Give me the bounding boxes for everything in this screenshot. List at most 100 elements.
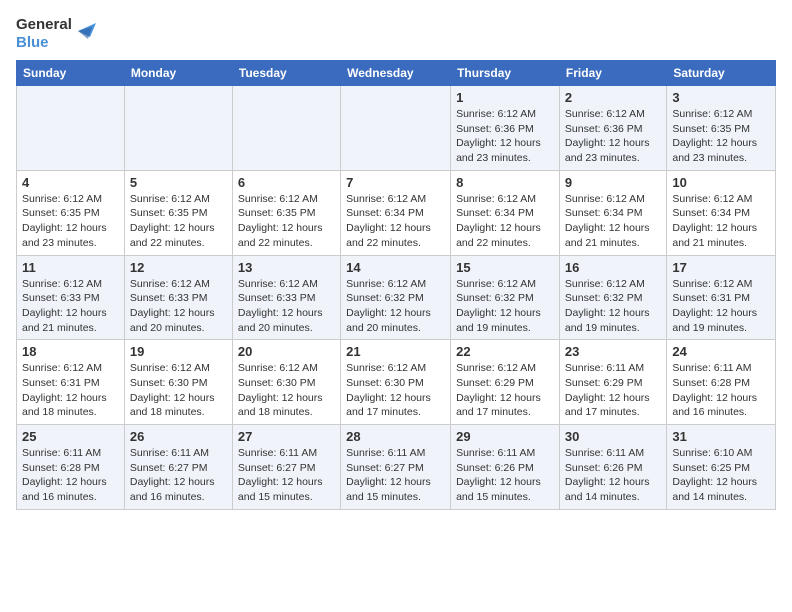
day-number: 10 [672, 175, 770, 190]
day-detail: Sunrise: 6:11 AM Sunset: 6:29 PM Dayligh… [565, 361, 661, 420]
calendar-cell: 14Sunrise: 6:12 AM Sunset: 6:32 PM Dayli… [341, 255, 451, 340]
weekday-header-saturday: Saturday [667, 61, 776, 86]
calendar-cell: 4 Sunrise: 6:12 AM Sunset: 6:35 PM Daylig… [17, 170, 125, 255]
day-detail: Sunrise: 6:12 AM Sunset: 6:34 PM Dayligh… [456, 192, 554, 251]
calendar-cell: 17 Sunrise: 6:12 AM Sunset: 6:31 PM Dayli… [667, 255, 776, 340]
day-detail: Sunrise: 6:12 AM Sunset: 6:35 PM Dayligh… [238, 192, 335, 251]
day-detail: Sunrise: 6:12 AM Sunset: 6:33 PM Dayligh… [130, 277, 227, 336]
weekday-header-wednesday: Wednesday [341, 61, 451, 86]
calendar-cell: 24 Sunrise: 6:11 AM Sunset: 6:28 PM Dayli… [667, 340, 776, 425]
page-header: General Blue [16, 16, 776, 52]
calendar-cell: 29 Sunrise: 6:11 AM Sunset: 6:26 PM Dayli… [451, 425, 560, 510]
day-detail: Sunrise: 6:12 AM Sunset: 6:32 PM Dayligh… [456, 277, 554, 336]
day-detail: Sunrise: 6:12 AM Sunset: 6:30 PM Dayligh… [238, 361, 335, 420]
day-detail: Sunrise: 6:11 AM Sunset: 6:27 PM Dayligh… [346, 446, 445, 505]
calendar-cell: 10 Sunrise: 6:12 AM Sunset: 6:34 PM Dayli… [667, 170, 776, 255]
day-number: 9 [565, 175, 661, 190]
day-number: 21 [346, 344, 445, 359]
calendar-cell: 9 Sunrise: 6:12 AM Sunset: 6:34 PM Daylig… [559, 170, 666, 255]
weekday-header-monday: Monday [124, 61, 232, 86]
calendar-cell: 1 Sunrise: 6:12 AM Sunset: 6:36 PM Daylig… [451, 86, 560, 171]
day-number: 30 [565, 429, 661, 444]
calendar-cell: 11 Sunrise: 6:12 AM Sunset: 6:33 PM Dayli… [17, 255, 125, 340]
day-number: 8 [456, 175, 554, 190]
day-detail: Sunrise: 6:11 AM Sunset: 6:26 PM Dayligh… [565, 446, 661, 505]
day-number: 1 [456, 90, 554, 105]
calendar-cell: 23 Sunrise: 6:11 AM Sunset: 6:29 PM Dayli… [559, 340, 666, 425]
day-number: 17 [672, 260, 770, 275]
day-detail: Sunrise: 6:12 AM Sunset: 6:34 PM Dayligh… [672, 192, 770, 251]
day-number: 4 [22, 175, 119, 190]
day-number: 13 [238, 260, 335, 275]
logo-container: General Blue [16, 16, 96, 52]
day-number: 24 [672, 344, 770, 359]
weekday-header-tuesday: Tuesday [232, 61, 340, 86]
day-detail: Sunrise: 6:11 AM Sunset: 6:28 PM Dayligh… [22, 446, 119, 505]
calendar-cell: 27 Sunrise: 6:11 AM Sunset: 6:27 PM Dayli… [232, 425, 340, 510]
calendar-cell: 30 Sunrise: 6:11 AM Sunset: 6:26 PM Dayli… [559, 425, 666, 510]
day-detail: Sunrise: 6:10 AM Sunset: 6:25 PM Dayligh… [672, 446, 770, 505]
day-number: 7 [346, 175, 445, 190]
day-number: 31 [672, 429, 770, 444]
calendar-cell: 6 Sunrise: 6:12 AM Sunset: 6:35 PM Daylig… [232, 170, 340, 255]
day-detail: Sunrise: 6:12 AM Sunset: 6:29 PM Dayligh… [456, 361, 554, 420]
logo: General Blue [16, 16, 96, 52]
calendar-cell: 18 Sunrise: 6:12 AM Sunset: 6:31 PM Dayli… [17, 340, 125, 425]
day-number: 6 [238, 175, 335, 190]
day-number: 22 [456, 344, 554, 359]
day-detail: Sunrise: 6:12 AM Sunset: 6:34 PM Dayligh… [346, 192, 445, 251]
day-detail: Sunrise: 6:12 AM Sunset: 6:35 PM Dayligh… [22, 192, 119, 251]
logo-bird-icon [74, 17, 96, 45]
logo-text: General Blue [16, 16, 72, 52]
calendar-cell [232, 86, 340, 171]
day-detail: Sunrise: 6:12 AM Sunset: 6:33 PM Dayligh… [22, 277, 119, 336]
calendar-cell: 31 Sunrise: 6:10 AM Sunset: 6:25 PM Dayli… [667, 425, 776, 510]
calendar-cell: 8 Sunrise: 6:12 AM Sunset: 6:34 PM Daylig… [451, 170, 560, 255]
day-detail: Sunrise: 6:12 AM Sunset: 6:35 PM Dayligh… [672, 107, 770, 166]
day-detail: Sunrise: 6:12 AM Sunset: 6:31 PM Dayligh… [672, 277, 770, 336]
day-detail: Sunrise: 6:11 AM Sunset: 6:27 PM Dayligh… [238, 446, 335, 505]
day-number: 26 [130, 429, 227, 444]
day-detail: Sunrise: 6:12 AM Sunset: 6:35 PM Dayligh… [130, 192, 227, 251]
calendar-cell: 20 Sunrise: 6:12 AM Sunset: 6:30 PM Dayli… [232, 340, 340, 425]
day-number: 23 [565, 344, 661, 359]
day-detail: Sunrise: 6:12 AM Sunset: 6:33 PM Dayligh… [238, 277, 335, 336]
day-number: 28 [346, 429, 445, 444]
calendar-cell: 15 Sunrise: 6:12 AM Sunset: 6:32 PM Dayli… [451, 255, 560, 340]
day-number: 2 [565, 90, 661, 105]
calendar-cell: 25Sunrise: 6:11 AM Sunset: 6:28 PM Dayli… [17, 425, 125, 510]
day-number: 11 [22, 260, 119, 275]
day-detail: Sunrise: 6:12 AM Sunset: 6:32 PM Dayligh… [565, 277, 661, 336]
day-number: 5 [130, 175, 227, 190]
day-number: 19 [130, 344, 227, 359]
day-number: 27 [238, 429, 335, 444]
weekday-header-thursday: Thursday [451, 61, 560, 86]
calendar-cell: 22 Sunrise: 6:12 AM Sunset: 6:29 PM Dayli… [451, 340, 560, 425]
day-detail: Sunrise: 6:12 AM Sunset: 6:34 PM Dayligh… [565, 192, 661, 251]
calendar-cell: 26 Sunrise: 6:11 AM Sunset: 6:27 PM Dayli… [124, 425, 232, 510]
day-detail: Sunrise: 6:12 AM Sunset: 6:30 PM Dayligh… [130, 361, 227, 420]
day-detail: Sunrise: 6:12 AM Sunset: 6:32 PM Dayligh… [346, 277, 445, 336]
day-detail: Sunrise: 6:11 AM Sunset: 6:27 PM Dayligh… [130, 446, 227, 505]
calendar-cell [341, 86, 451, 171]
day-detail: Sunrise: 6:12 AM Sunset: 6:36 PM Dayligh… [456, 107, 554, 166]
day-number: 15 [456, 260, 554, 275]
day-number: 29 [456, 429, 554, 444]
day-number: 18 [22, 344, 119, 359]
calendar-cell: 12 Sunrise: 6:12 AM Sunset: 6:33 PM Dayli… [124, 255, 232, 340]
weekday-header-sunday: Sunday [17, 61, 125, 86]
day-detail: Sunrise: 6:12 AM Sunset: 6:30 PM Dayligh… [346, 361, 445, 420]
day-detail: Sunrise: 6:12 AM Sunset: 6:31 PM Dayligh… [22, 361, 119, 420]
day-detail: Sunrise: 6:11 AM Sunset: 6:26 PM Dayligh… [456, 446, 554, 505]
calendar-table: SundayMondayTuesdayWednesdayThursdayFrid… [16, 60, 776, 510]
day-number: 12 [130, 260, 227, 275]
day-detail: Sunrise: 6:12 AM Sunset: 6:36 PM Dayligh… [565, 107, 661, 166]
day-number: 16 [565, 260, 661, 275]
calendar-cell: 28 Sunrise: 6:11 AM Sunset: 6:27 PM Dayli… [341, 425, 451, 510]
day-number: 20 [238, 344, 335, 359]
calendar-cell: 3Sunrise: 6:12 AM Sunset: 6:35 PM Daylig… [667, 86, 776, 171]
calendar-cell: 21 Sunrise: 6:12 AM Sunset: 6:30 PM Dayli… [341, 340, 451, 425]
calendar-cell [17, 86, 125, 171]
day-detail: Sunrise: 6:11 AM Sunset: 6:28 PM Dayligh… [672, 361, 770, 420]
calendar-cell: 13 Sunrise: 6:12 AM Sunset: 6:33 PM Dayli… [232, 255, 340, 340]
